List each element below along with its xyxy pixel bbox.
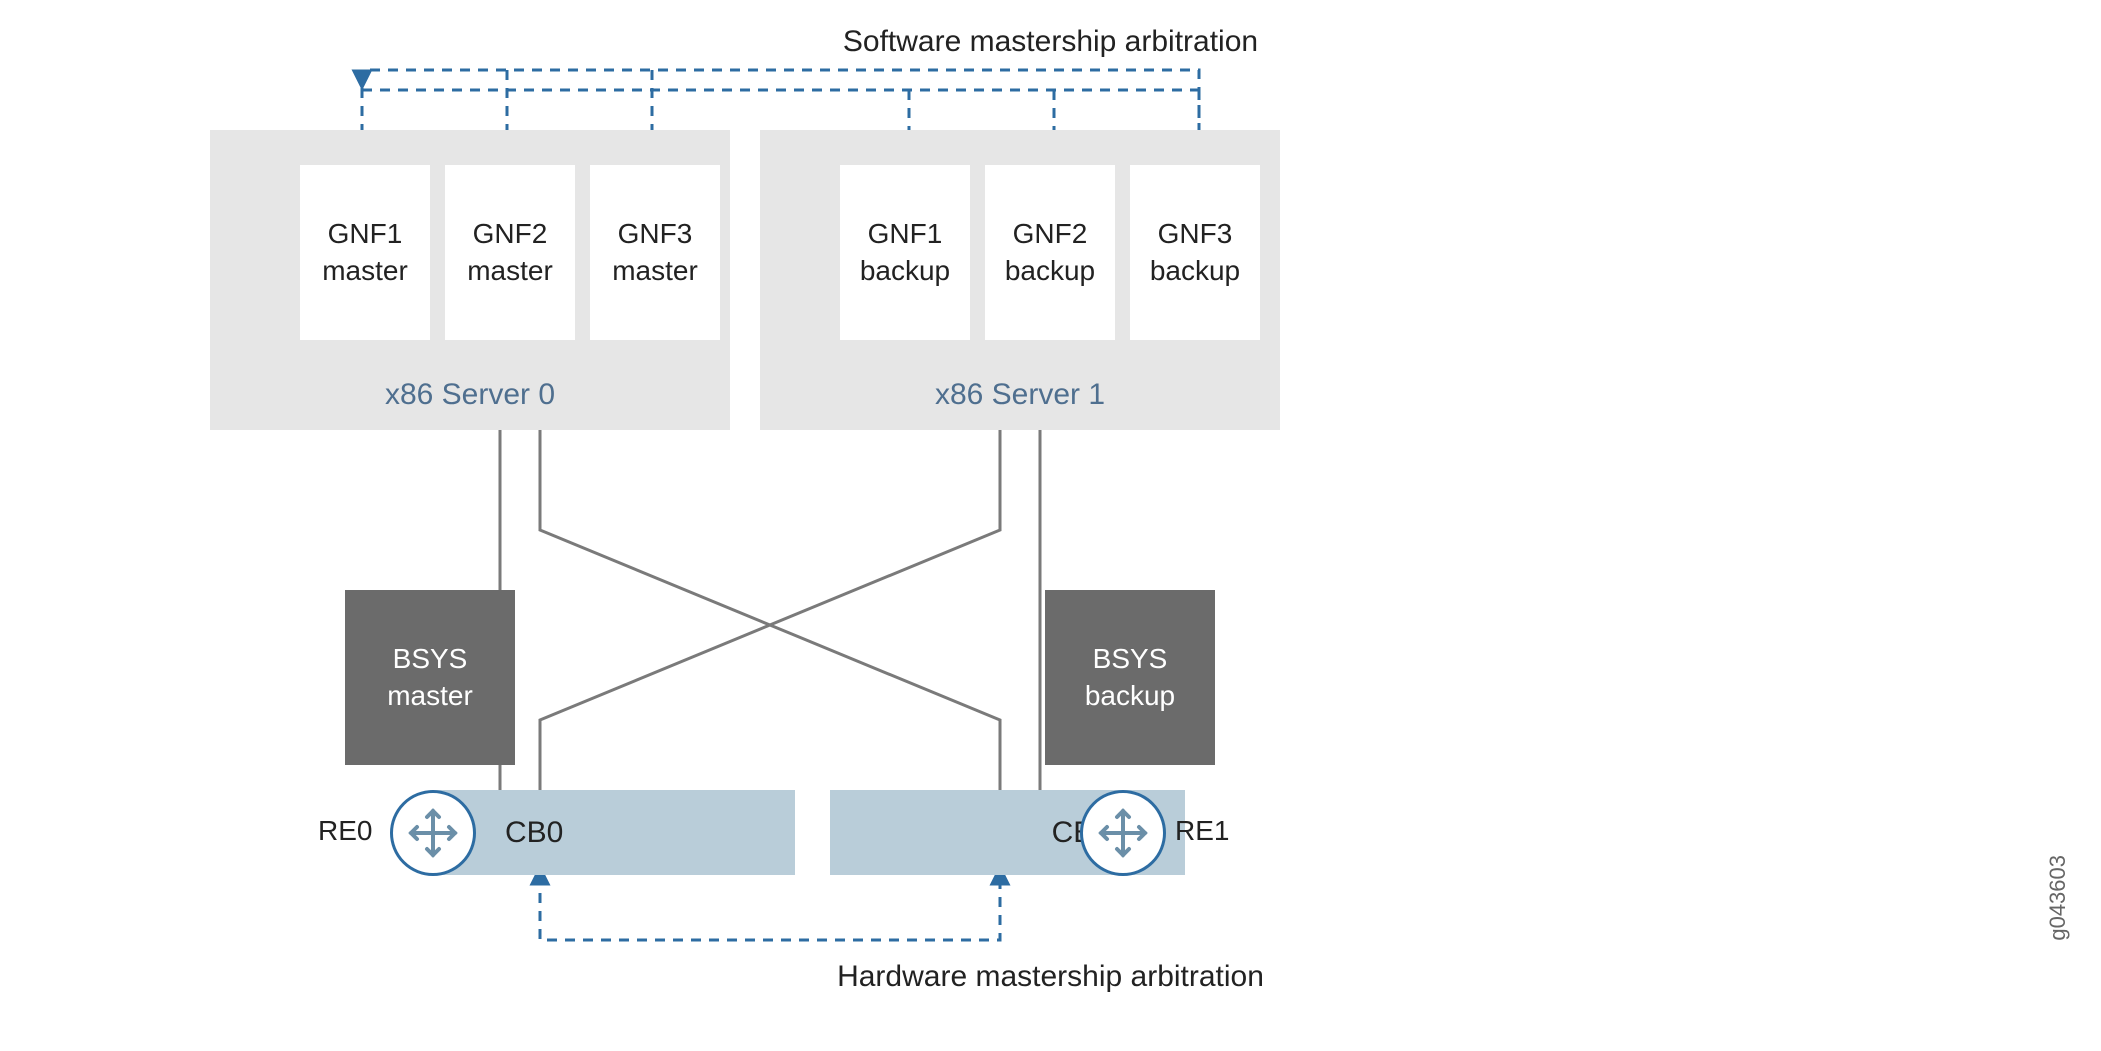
gnf1-master: GNF1master [300,165,430,340]
re0-label: RE0 [318,815,372,847]
server-1-label: x86 Server 1 [760,378,1280,412]
server-0-label: x86 Server 0 [210,378,730,412]
re0-icon [390,790,476,876]
re1-label: RE1 [1175,815,1229,847]
graphic-id: g043603 [2045,855,2071,941]
gnf3-master: GNF3master [590,165,720,340]
gnf1-backup: GNF1backup [840,165,970,340]
software-arbitration-title: Software mastership arbitration [0,25,2101,59]
gnf2-master: GNF2master [445,165,575,340]
diagram-canvas: Software mastership arbitration Hardware… [0,0,2101,1051]
gnf2-backup: GNF2backup [985,165,1115,340]
cb0: CB0 [430,790,795,875]
hardware-arbitration-title: Hardware mastership arbitration [0,960,2101,994]
gnf3-backup: GNF3backup [1130,165,1260,340]
bsys-backup: BSYSbackup [1045,590,1215,765]
server-1: GNF1backup GNF2backup GNF3backup x86 Ser… [760,130,1280,430]
re1-icon [1080,790,1166,876]
server-0: GNF1master GNF2master GNF3master x86 Ser… [210,130,730,430]
bsys-master: BSYSmaster [345,590,515,765]
